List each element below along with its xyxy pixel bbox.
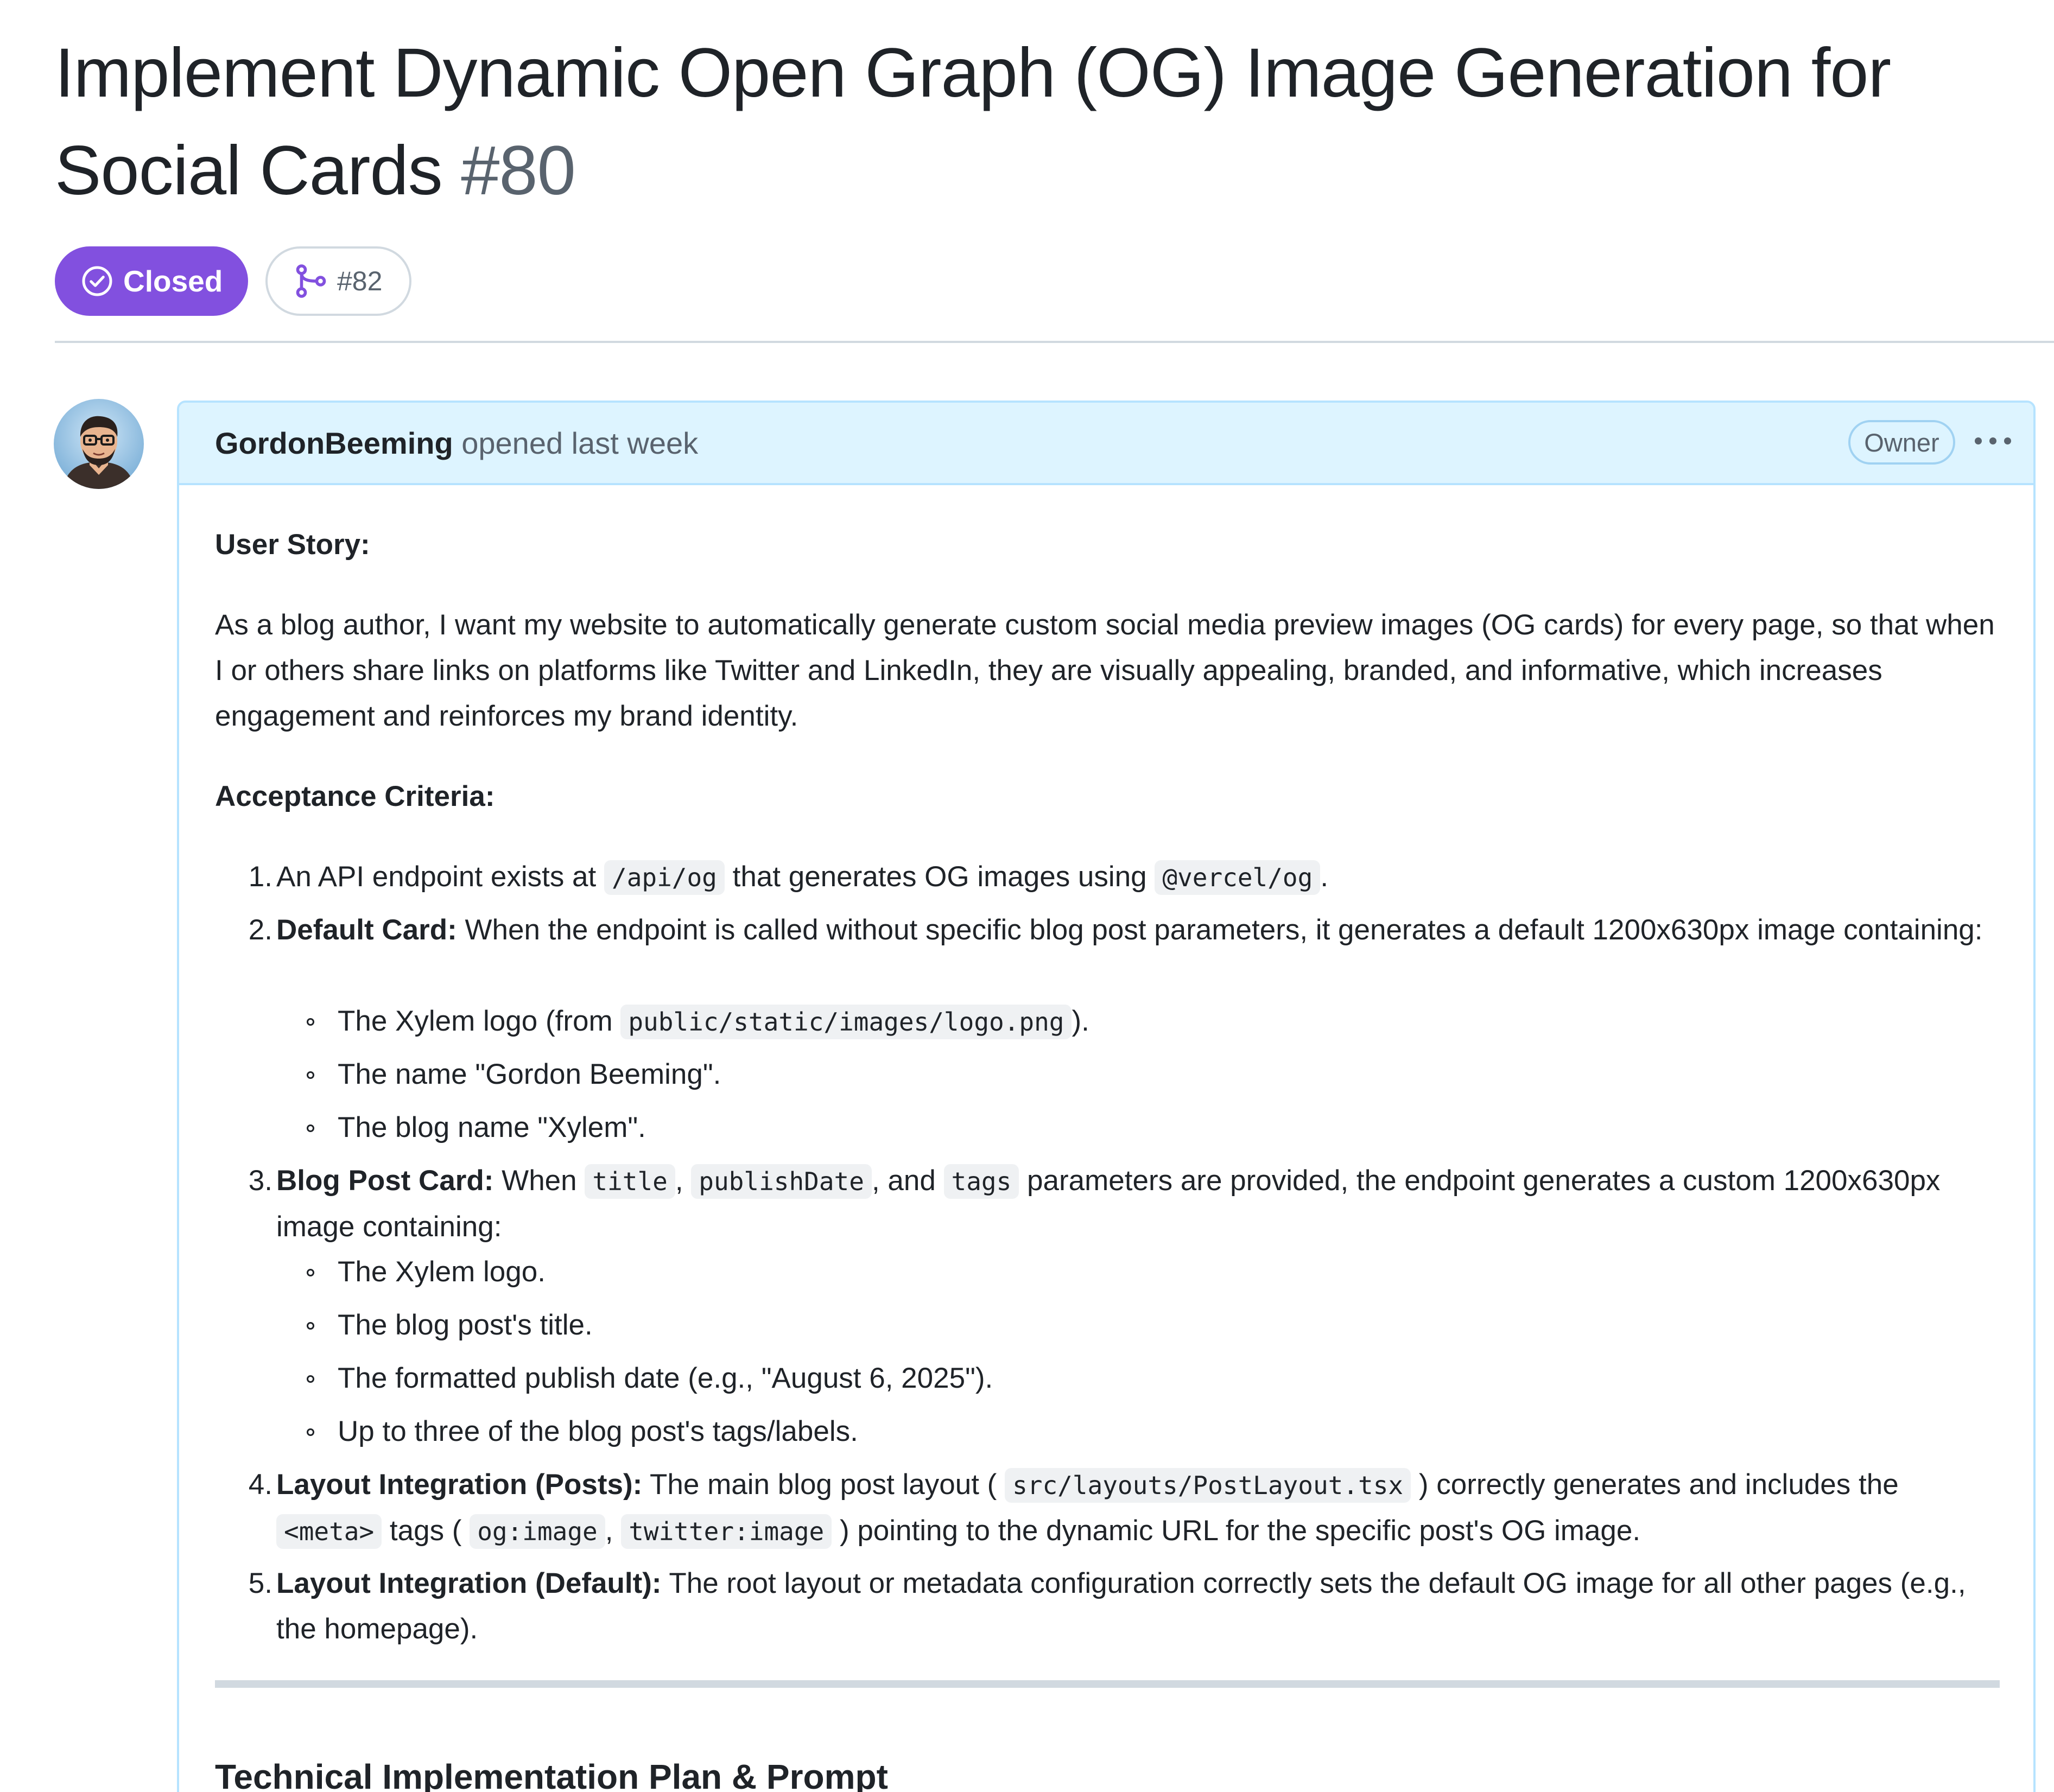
inline-code: tags <box>943 1164 1019 1199</box>
criteria-text: Layout Integration (Default): The root l… <box>276 1567 1966 1645</box>
bullet-icon <box>307 1269 314 1276</box>
acceptance-heading: Acceptance Criteria: <box>215 780 495 812</box>
bullet-icon <box>307 1375 314 1383</box>
author-avatar[interactable] <box>54 399 144 489</box>
inline-code: publishDate <box>691 1164 872 1199</box>
bullet-icon <box>307 1071 314 1079</box>
user-story-text: As a blog author, I want my website to a… <box>215 609 1995 732</box>
issue-page: Implement Dynamic Open Graph (OG) Image … <box>0 0 2054 1792</box>
criteria-number: 5. <box>248 1567 272 1599</box>
criteria-number: 3. <box>248 1165 272 1197</box>
comment-meta: GordonBeeming opened last week <box>215 424 698 462</box>
inline-code: title <box>585 1164 675 1199</box>
owner-badge: Owner <box>1848 420 1955 465</box>
criteria-number: 1. <box>248 861 272 893</box>
user-story-heading: User Story: <box>215 529 370 561</box>
issue-state-label: Closed <box>123 264 223 298</box>
criteria-number: 2. <box>248 914 272 946</box>
bullet-icon <box>307 1428 314 1436</box>
comment-options-button[interactable] <box>1968 424 2017 457</box>
criteria-text: Blog Post Card: When title, publishDate,… <box>276 1164 1941 1243</box>
criteria-number: 4. <box>248 1469 272 1501</box>
criteria-text: Default Card: When the endpoint is calle… <box>276 914 1983 946</box>
linked-pr-badge[interactable]: #82 <box>265 246 411 316</box>
criteria-text: An API endpoint exists at /api/og that g… <box>276 854 2008 900</box>
inline-code: /api/og <box>604 860 725 895</box>
avatar-image <box>54 399 144 489</box>
bullet-icon <box>307 1018 314 1026</box>
comment-header: GordonBeeming opened last week Owner <box>179 403 2033 485</box>
technical-plan-heading: Technical Implementation Plan & Prompt <box>215 1757 888 1792</box>
inline-code: og:image <box>470 1514 605 1549</box>
bullet-icon <box>307 1322 314 1330</box>
author-link[interactable]: GordonBeeming <box>215 426 453 460</box>
inline-code: src/layouts/PostLayout.tsx <box>1005 1468 1411 1503</box>
inline-code: @vercel/og <box>1155 860 1321 895</box>
git-merge-icon <box>296 264 326 298</box>
bullet-icon <box>307 1124 314 1132</box>
opened-timestamp[interactable]: opened last week <box>461 426 698 460</box>
inline-code: <meta> <box>276 1514 382 1549</box>
issue-comment: GordonBeeming opened last week Owner Use… <box>177 401 2036 1792</box>
kebab-dot <box>2004 437 2011 444</box>
issue-title-text: Implement Dynamic Open Graph (OG) Image … <box>55 34 1891 209</box>
issue-number: #80 <box>461 132 576 209</box>
linked-pr-number: #82 <box>337 266 383 296</box>
inline-code: public/static/images/logo.png <box>620 1005 1072 1039</box>
header-divider <box>55 341 2054 343</box>
kebab-dot <box>1989 437 1996 444</box>
check-circle-icon <box>82 266 112 296</box>
kebab-horizontal-icon <box>1974 437 1982 444</box>
criteria-text: Layout Integration (Posts): The main blo… <box>276 1462 2008 1554</box>
issue-state-badge: Closed <box>55 246 248 316</box>
inline-code: twitter:image <box>621 1514 832 1549</box>
section-divider <box>215 1680 2000 1688</box>
issue-title: Implement Dynamic Open Graph (OG) Image … <box>55 24 2020 220</box>
